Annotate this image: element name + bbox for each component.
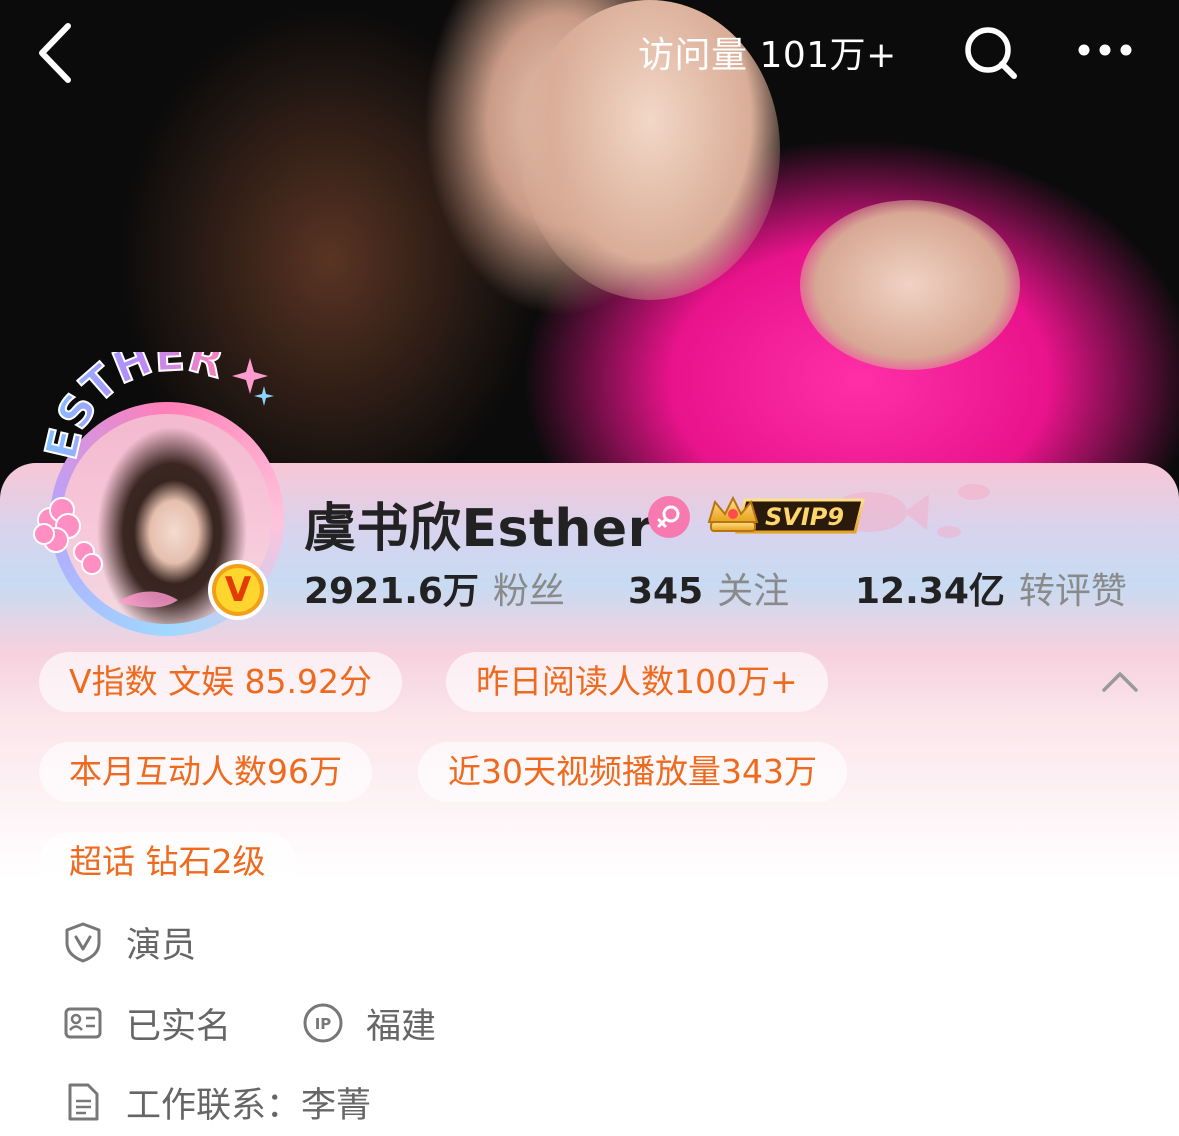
document-icon [68,1083,99,1121]
verified-shield-icon [65,922,101,963]
top-bar: 访问量 101万+ [0,0,1179,110]
id-card-icon [64,1007,102,1039]
stat-interactions[interactable]: 12.34亿 转评赞 [855,562,1127,614]
stat-followers-label: 粉丝 [492,571,565,612]
info-verification: 已实名 [62,999,231,1047]
cover-figure-hand [800,200,1020,370]
svip-badge[interactable]: SVIP9 [705,492,867,538]
chip-v-index[interactable]: V指数 文娱 85.92分 [39,652,403,712]
avatar-frame-text: ESTHER [35,352,230,465]
ip-icon: IP [303,1003,343,1043]
crown-icon [707,495,759,532]
avatar[interactable]: ESTHER V [28,352,288,636]
stat-following-value: 345 [628,571,704,612]
svg-text:ESTHER: ESTHER [36,352,229,464]
info-work-contact[interactable]: 工作联系：李菁 [62,1078,371,1126]
info-occupation: 演员 [62,918,196,966]
collapse-button[interactable] [1100,666,1140,698]
stat-followers-value: 2921.6万 [304,571,479,612]
stat-interactions-value: 12.34亿 [855,571,1005,612]
female-icon [648,496,690,538]
more-dots-icon [1078,44,1132,56]
chevron-left-icon [39,23,71,83]
more-button[interactable] [1074,30,1140,70]
stat-interactions-label: 转评赞 [1018,571,1127,612]
ip-location-text: 福建 [366,1006,437,1047]
search-button[interactable] [958,20,1024,86]
stats-row: 2921.6万 粉丝 345 关注 12.34亿 转评赞 [304,562,1144,612]
user-name: 虞书欣Esther [304,499,654,559]
chip-monthly-interactions[interactable]: 本月互动人数96万 [39,742,372,802]
ip-icon-label: IP [315,1015,332,1033]
chip-video-plays[interactable]: 近30天视频播放量343万 [418,742,847,802]
occupation-text: 演员 [126,925,197,966]
work-contact-text: 工作联系：李菁 [126,1085,372,1126]
search-icon [965,27,1017,79]
back-button[interactable] [30,18,90,88]
chip-yesterday-readers[interactable]: 昨日阅读人数100万+ [446,652,828,712]
stat-following[interactable]: 345 关注 [628,562,789,614]
verified-badge: V [208,560,268,620]
svip-badge-label: SVIP9 [765,503,844,531]
chip-super-topic[interactable]: 超话 钻石2级 [39,832,296,892]
stat-following-label: 关注 [717,571,790,612]
chevron-up-icon [1102,672,1138,692]
stat-followers[interactable]: 2921.6万 粉丝 [304,562,565,614]
real-name-text: 已实名 [126,1006,232,1047]
info-ip-location: IP 福建 [302,999,436,1047]
visit-count: 访问量 101万+ [638,35,897,76]
